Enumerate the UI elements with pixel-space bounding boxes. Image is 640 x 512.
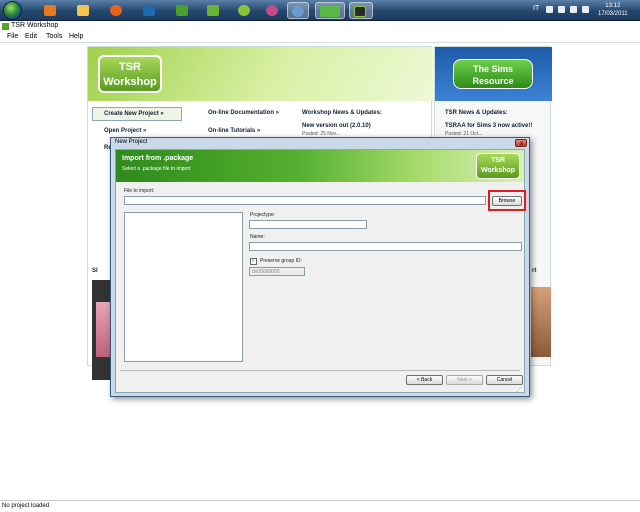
preserve-group-id-label: Preserve group ID: — [260, 258, 302, 264]
projecttype-label: Projectype: — [250, 212, 276, 218]
dialog-header-title: Import from .package — [122, 155, 194, 162]
browser-icon — [292, 6, 304, 17]
workshop-taskbar-button[interactable] — [349, 2, 373, 19]
file-contents-list[interactable] — [124, 212, 243, 362]
file-to-import-input[interactable] — [124, 196, 486, 205]
workshop-icon — [354, 6, 366, 17]
tray-arrow-icon[interactable] — [546, 6, 553, 13]
clock-date: 17/03/2011 — [598, 11, 628, 17]
workshop-logo: TSR Workshop — [98, 55, 162, 93]
app-green-taskbar-button[interactable] — [172, 2, 192, 19]
clock-time: 13:12 — [605, 3, 621, 9]
app-android-icon — [238, 5, 250, 16]
menu-file[interactable]: File — [7, 33, 18, 40]
network-icon[interactable] — [570, 6, 577, 13]
open-project-link[interactable]: Open Project » — [104, 128, 146, 134]
firefox-taskbar-button[interactable] — [106, 2, 126, 19]
dialog-close-button[interactable]: x — [515, 139, 527, 147]
dialog-body: Import from .package Select a .package f… — [115, 149, 526, 393]
tsr-banner: The Sims Resource — [435, 47, 552, 101]
resize-grip-icon[interactable]: ⋰ — [516, 386, 522, 393]
media-player-taskbar-button[interactable] — [40, 2, 60, 19]
name-input[interactable] — [249, 242, 522, 251]
start-page-banner: TSR Workshop — [88, 47, 433, 101]
menu-edit[interactable]: Edit — [25, 33, 37, 40]
app-globe-taskbar-button[interactable] — [262, 2, 282, 19]
firefox-icon — [110, 5, 122, 16]
name-label: Name: — [250, 234, 265, 240]
taskbar: IT 13:12 17/03/2011 — [0, 0, 640, 21]
browser-taskbar-button[interactable] — [287, 2, 309, 19]
checkmark-icon: ✓ — [251, 258, 257, 264]
media-player-icon — [44, 5, 56, 16]
cancel-button[interactable]: Cancel — [486, 375, 523, 385]
flag-icon[interactable] — [558, 6, 565, 13]
start-button[interactable] — [3, 1, 22, 20]
menu-bar: File Edit Tools Help — [0, 32, 640, 43]
sims-icon — [320, 6, 340, 17]
dialog-header-subtitle: Select a .package file to import — [122, 166, 191, 172]
dialog-titlebar[interactable]: New Project x — [111, 138, 529, 149]
volume-icon[interactable] — [582, 6, 589, 13]
file-to-import-label: File to import: — [124, 188, 155, 194]
app-globe-icon — [266, 5, 278, 16]
news-title: Workshop News & Updates: — [302, 110, 382, 116]
projecttype-field[interactable] — [249, 220, 367, 229]
dialog-header: Import from .package Select a .package f… — [116, 150, 524, 182]
app-android-taskbar-button[interactable] — [234, 2, 254, 19]
sims-resource-logo: The Sims Resource — [453, 59, 533, 89]
app-shield-taskbar-button[interactable] — [203, 2, 223, 19]
news-item-link[interactable]: New version out (2.0.10) — [302, 123, 371, 129]
clock[interactable]: 13:12 17/03/2011 — [598, 2, 628, 18]
close-icon: x — [520, 141, 523, 147]
status-bar: No project loaded — [0, 500, 640, 512]
dialog-title: New Project — [115, 139, 148, 145]
language-indicator[interactable]: IT — [533, 5, 539, 12]
sims-taskbar-button[interactable] — [315, 2, 345, 19]
online-documentation-link[interactable]: On-line Documentation » — [208, 110, 279, 116]
tsr-snippet-1: rt — [532, 268, 537, 274]
dialog-workshop-logo: TSR Workshop — [476, 153, 520, 179]
dialog-separator — [120, 370, 520, 371]
photoshop-icon — [143, 5, 155, 16]
create-new-project-link[interactable]: Create New Project » — [104, 111, 164, 117]
next-button[interactable]: Next > — [446, 375, 483, 385]
online-tutorials-link[interactable]: On-line Tutorials » — [208, 128, 260, 134]
menu-help[interactable]: Help — [69, 33, 83, 40]
app-icon — [2, 23, 9, 30]
tsr-news-item-link[interactable]: TSRAA for Sims 3 now active!! — [445, 123, 532, 129]
group-id-field: 0x00000000 — [249, 267, 305, 276]
menu-tools[interactable]: Tools — [46, 33, 62, 40]
tsr-featured-image — [531, 287, 551, 357]
back-button[interactable]: < Back — [406, 375, 443, 385]
photoshop-taskbar-button[interactable] — [139, 2, 159, 19]
app-green-icon — [176, 5, 188, 16]
browse-button[interactable]: Browse — [492, 196, 522, 206]
bg-snippet-left: Sl — [92, 268, 98, 274]
app-shield-icon — [207, 5, 219, 16]
file-explorer-icon — [77, 5, 89, 16]
app-titlebar: TSR Workshop — [0, 21, 640, 32]
status-text: No project loaded — [2, 503, 50, 509]
app-title: TSR Workshop — [11, 22, 59, 29]
file-explorer-taskbar-button[interactable] — [73, 2, 93, 19]
new-project-dialog: New Project x Import from .package Selec… — [110, 137, 530, 397]
preserve-group-id-checkbox[interactable]: ✓ — [250, 258, 257, 265]
tsr-news-title: TSR News & Updates: — [445, 110, 508, 116]
